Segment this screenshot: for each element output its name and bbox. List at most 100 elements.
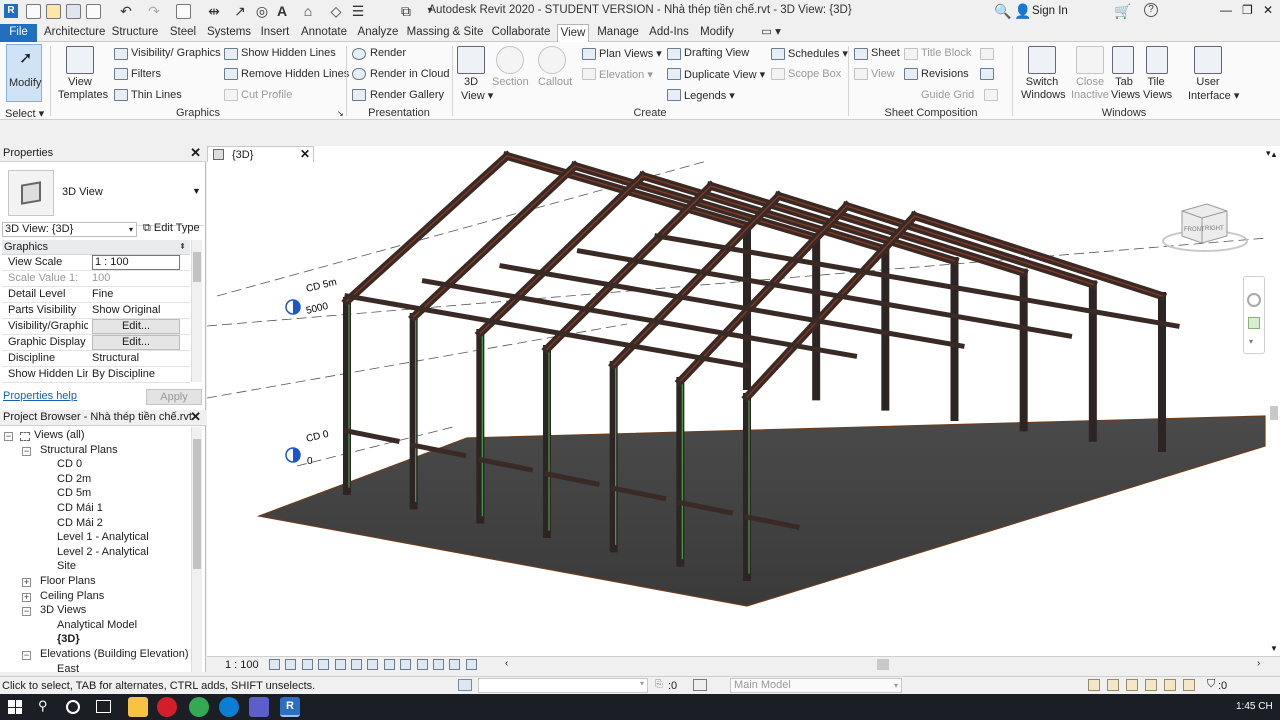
sheet-button[interactable]: Sheet	[871, 47, 900, 59]
legends-button[interactable]: Legends ▾	[684, 89, 735, 102]
prop-row[interactable]: Show Hidden Lin...By Discipline	[2, 367, 190, 383]
tab-architecture[interactable]: Architecture	[44, 24, 105, 42]
3d-model-canvas[interactable]: CD 5m 5000 CD 0 0 FRONT RIGHT	[207, 146, 1280, 656]
skype-icon[interactable]	[219, 697, 239, 717]
level-name-lower[interactable]: CD 0	[305, 429, 330, 445]
elevation-button[interactable]: Elevation ▾	[599, 68, 653, 81]
file-explorer-icon[interactable]	[128, 697, 148, 717]
tab-systems[interactable]: Systems	[206, 24, 252, 42]
tree-item[interactable]: CD 5m	[57, 487, 91, 499]
tab-steel[interactable]: Steel	[166, 24, 200, 42]
prop-row[interactable]: Graphic Display ...Edit...	[2, 335, 190, 351]
modify-button[interactable]: ➚ Modify	[6, 44, 42, 102]
view-templates-icon[interactable]	[66, 46, 94, 74]
tab-massing-site[interactable]: Massing & Site	[406, 24, 484, 42]
nav-dropdown-icon[interactable]: ▾	[1249, 337, 1253, 346]
prop-row[interactable]: Scale Value 1: 100	[2, 271, 190, 287]
highlight-displacement-icon[interactable]	[465, 659, 477, 670]
view-tab-3d[interactable]: {3D} ✕	[207, 146, 314, 162]
duplicate-view-button[interactable]: Duplicate View ▾	[684, 68, 765, 81]
3d-view-label-2[interactable]: View ▾	[461, 89, 493, 102]
scope-box-button[interactable]: Scope Box	[788, 68, 841, 80]
select-panel-title[interactable]: Select ▾	[5, 107, 44, 120]
detail-level-icon[interactable]	[269, 659, 280, 670]
tab-views-icon[interactable]	[1112, 46, 1134, 74]
close-icon[interactable]: ✕	[190, 146, 201, 160]
revit-taskbar-icon[interactable]: R	[280, 697, 300, 717]
tree-item[interactable]: Level 2 - Analytical	[57, 546, 149, 558]
analytical-model-icon[interactable]	[449, 659, 461, 670]
cut-profile-button[interactable]: Cut Profile	[241, 89, 292, 101]
select-by-face-icon[interactable]	[1145, 679, 1157, 691]
tree-item[interactable]: CD Mái 1	[57, 502, 103, 514]
scroll-down-icon[interactable]: ▼	[1270, 644, 1278, 653]
type-selector[interactable]: 3D View ▼	[2, 164, 204, 226]
windows-start-icon[interactable]	[8, 700, 22, 714]
sheet-issues-icon[interactable]	[980, 68, 994, 80]
search-icon[interactable]: ⚲	[38, 698, 48, 714]
scroll-up-icon[interactable]: ▲	[1270, 150, 1278, 159]
tree-item[interactable]: Floor Plans	[40, 575, 96, 587]
apply-button[interactable]: Apply	[146, 389, 202, 405]
panel-launcher-icon[interactable]: ↘	[337, 109, 344, 118]
view-scale[interactable]: 1 : 100	[225, 659, 259, 671]
horizontal-scroll-thumb[interactable]	[877, 659, 889, 670]
drawing-area[interactable]: CD 5m 5000 CD 0 0 FRONT RIGHT ▾ ▲ ▼	[207, 146, 1280, 672]
close-button[interactable]: ✕	[1263, 3, 1273, 17]
viewcube[interactable]	[1181, 203, 1228, 244]
scroll-left-icon[interactable]: ‹	[505, 658, 508, 669]
scroll-thumb[interactable]	[193, 439, 201, 569]
browser-scrollbar[interactable]	[191, 427, 202, 672]
close-inactive-icon[interactable]	[1076, 46, 1104, 74]
schedules-button[interactable]: Schedules ▾	[788, 47, 848, 60]
view-button[interactable]: View	[871, 68, 895, 80]
crop-view-icon[interactable]	[351, 659, 362, 670]
scroll-right-icon[interactable]: ›	[1257, 658, 1260, 669]
sheet-extra-icon[interactable]	[980, 48, 994, 60]
select-pinned-icon[interactable]	[1126, 679, 1138, 691]
drag-elements-icon[interactable]	[1164, 679, 1176, 691]
tab-add-ins[interactable]: Add-Ins	[646, 24, 692, 42]
callout-button[interactable]: Callout	[538, 76, 572, 88]
opera-icon[interactable]	[157, 697, 177, 717]
drafting-view-button[interactable]: Drafting View	[684, 47, 749, 59]
collapse-icon[interactable]: −	[22, 607, 31, 617]
tile-views-icon[interactable]	[1146, 46, 1168, 74]
unlock-3d-icon[interactable]	[383, 659, 395, 670]
revisions-button[interactable]: Revisions	[921, 68, 969, 80]
user-interface-icon[interactable]	[1194, 46, 1222, 74]
sun-path-icon[interactable]	[301, 659, 313, 670]
view-templates-label-2[interactable]: Templates	[58, 89, 108, 101]
collapse-icon[interactable]: −	[22, 651, 31, 660]
design-options-icon[interactable]	[693, 679, 707, 691]
tab-structure[interactable]: Structure	[110, 24, 160, 42]
tree-item[interactable]: Elevations (Building Elevation)	[40, 648, 189, 660]
press-drag-icon[interactable]	[1183, 679, 1195, 691]
filters-button[interactable]: Filters	[131, 68, 161, 80]
collapse-icon[interactable]: −	[22, 446, 31, 456]
thin-lines-button[interactable]: Thin Lines	[131, 89, 182, 101]
binoculars-icon[interactable]: 🔍	[994, 3, 1011, 19]
tree-item[interactable]: CD Mái 2	[57, 517, 103, 529]
tab-view[interactable]: View	[557, 24, 589, 43]
render-in-cloud-button[interactable]: Render in Cloud	[370, 68, 450, 80]
editable-only-icon[interactable]: ⎘	[655, 679, 663, 690]
render-dialog-icon[interactable]	[334, 659, 346, 670]
scroll-thumb[interactable]	[193, 252, 201, 282]
prop-row[interactable]: Detail Level Fine	[2, 287, 190, 303]
tree-item[interactable]: CD 2m	[57, 473, 91, 485]
guide-grid-button[interactable]: Guide Grid	[921, 89, 974, 101]
edit-button[interactable]: Edit...	[92, 335, 180, 350]
tab-annotate[interactable]: Annotate	[298, 24, 350, 42]
chrome-icon[interactable]	[189, 697, 209, 717]
section-icon[interactable]	[496, 46, 524, 74]
rafter-edge[interactable]	[479, 175, 644, 334]
minimize-button[interactable]: —	[1220, 3, 1232, 17]
restore-button[interactable]: ❐	[1242, 3, 1253, 17]
tree-item[interactable]: {3D}	[57, 633, 80, 645]
steering-wheel-icon[interactable]	[1247, 293, 1261, 307]
properties-scrollbar[interactable]	[191, 240, 202, 382]
prop-row[interactable]: View Scale 1 : 100	[2, 255, 190, 271]
design-option-dropdown[interactable]: Main Model ▾	[730, 678, 902, 693]
prop-row[interactable]: Visibility/Graphic...Edit...	[2, 319, 190, 335]
